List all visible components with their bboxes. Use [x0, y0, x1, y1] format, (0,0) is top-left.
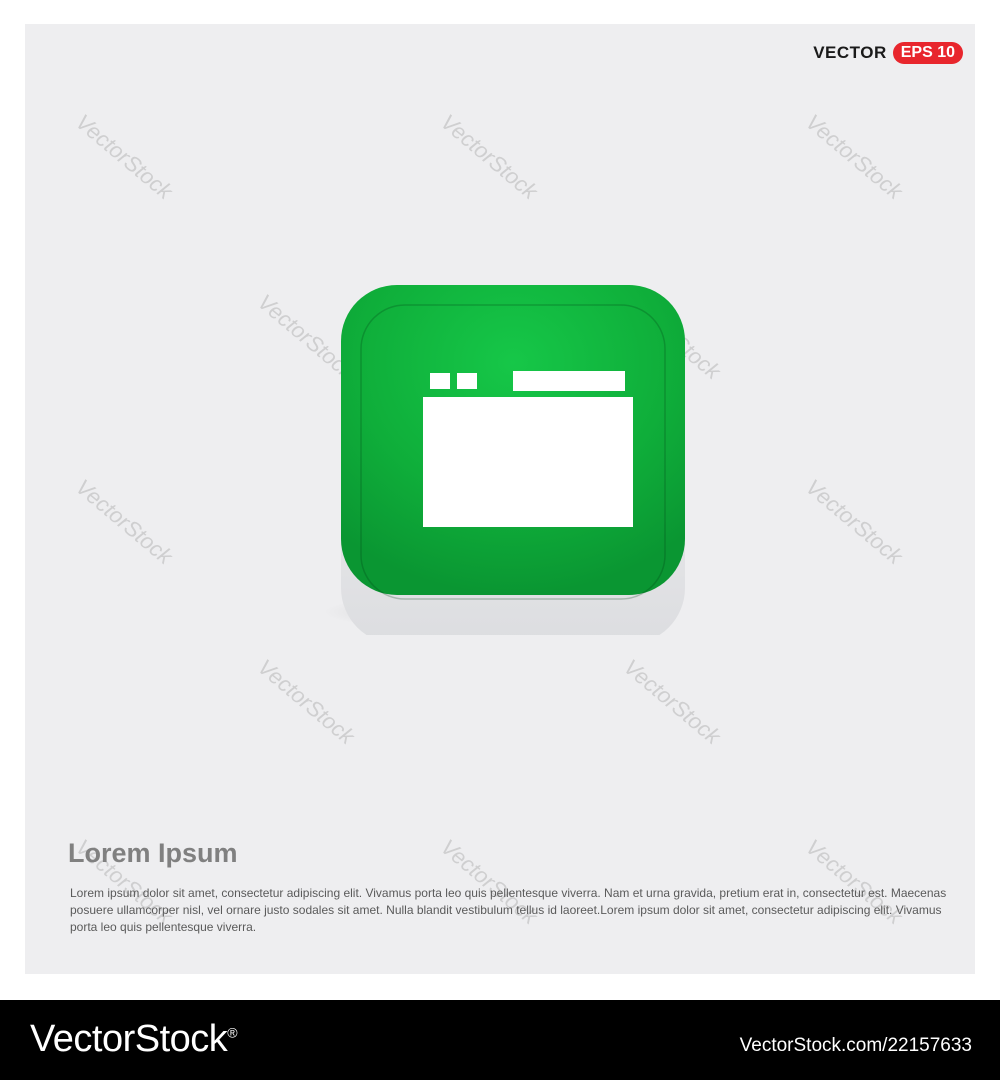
watermark: VectorStock: [801, 109, 908, 205]
watermark: VectorStock: [71, 474, 178, 570]
watermark: VectorStock: [801, 474, 908, 570]
preview-card: VECTOR EPS 10 VectorStock VectorStock Ve…: [25, 24, 975, 974]
brand-logo: VectorStock®: [30, 1018, 238, 1061]
description-text: Lorem ipsum dolor sit amet, consectetur …: [70, 886, 947, 934]
app-button: [315, 260, 687, 635]
stock-image: VECTOR EPS 10 VectorStock VectorStock Ve…: [0, 0, 1000, 1080]
registered-mark: ®: [227, 1024, 238, 1041]
format-badge: VECTOR EPS 10: [813, 42, 963, 64]
page-title: Lorem Ipsum: [68, 838, 238, 868]
watermark: VectorStock: [436, 109, 543, 205]
source-url: VectorStock.com/22157633: [739, 1035, 972, 1056]
browser-window-icon: [323, 285, 685, 635]
watermark: VectorStock: [71, 109, 178, 205]
vector-label: VECTOR: [813, 43, 887, 62]
eps-badge: EPS 10: [892, 42, 963, 64]
watermark: VectorStock: [253, 654, 360, 750]
watermark: VectorStock: [619, 654, 726, 750]
brand-logo-text: VectorStock: [30, 1018, 228, 1060]
footer-bar: VectorStock® VectorStock.com/22157633: [0, 1000, 1000, 1080]
